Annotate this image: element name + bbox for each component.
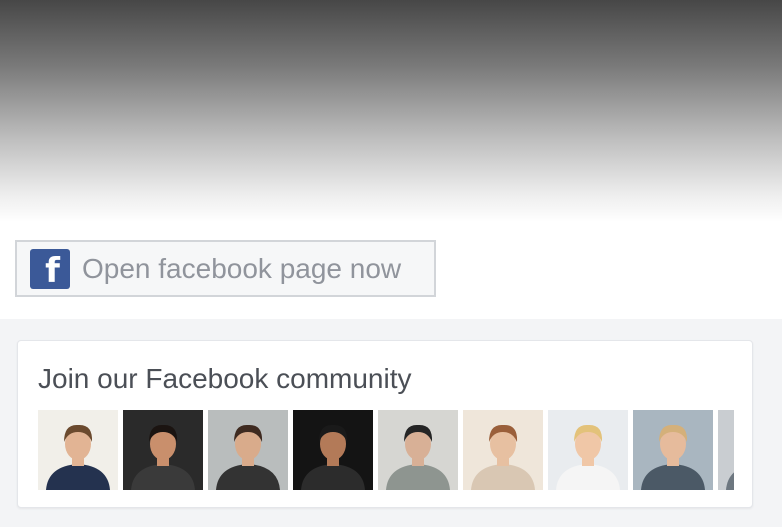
facebook-f-icon: f (30, 248, 70, 289)
member-avatar[interactable] (123, 410, 203, 490)
top-gradient-banner (0, 0, 782, 222)
member-avatar[interactable] (548, 410, 628, 490)
community-title: Join our Facebook community (38, 363, 412, 394)
member-avatar[interactable] (293, 410, 373, 490)
member-avatar[interactable] (208, 410, 288, 490)
member-avatar[interactable] (38, 410, 118, 490)
member-avatar[interactable] (378, 410, 458, 490)
open-facebook-page-button[interactable]: f Open facebook page now (15, 240, 436, 297)
member-faces-strip (38, 410, 734, 490)
open-facebook-page-label: Open facebook page now (82, 252, 402, 284)
community-card: Join our Facebook community (17, 340, 753, 508)
member-avatar[interactable] (463, 410, 543, 490)
member-avatar[interactable] (633, 410, 713, 490)
member-avatar[interactable] (718, 410, 734, 490)
